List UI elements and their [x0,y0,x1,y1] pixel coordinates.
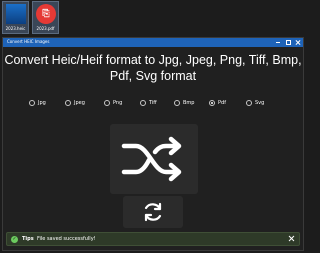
reset-button[interactable] [123,196,183,228]
format-label: Jpg [38,100,46,106]
format-option-bmp[interactable]: Bmp [174,100,194,106]
toast-message: File saved successfully! [37,236,96,242]
pdf-file-icon: ⎘ [36,4,56,24]
window-controls [275,39,301,45]
close-icon[interactable] [288,235,295,242]
desktop-file-pdf[interactable]: ⎘ 2023.pdf [32,1,59,34]
format-radio-group: Jpg Jpeg Png Tiff Bmp Pdf Svg [21,100,291,110]
convert-button[interactable] [110,124,198,194]
format-option-svg[interactable]: Svg [246,100,264,106]
format-option-tiff[interactable]: Tiff [140,100,157,106]
format-label: Svg [255,100,265,106]
window-title: Convert HEIC Images [7,39,50,44]
image-file-icon [6,4,26,24]
app-window: Convert HEIC Images Convert Heic/Heif fo… [2,37,304,251]
minimize-button[interactable] [275,39,281,45]
radio-button[interactable] [174,100,180,106]
maximize-button[interactable] [285,39,291,45]
format-option-jpg[interactable]: Jpg [29,100,46,106]
format-label: Png [113,100,123,106]
format-label: Jpeg [74,100,85,106]
desktop-file-heic[interactable]: 2023.heic [2,1,29,34]
format-option-png[interactable]: Png [104,100,122,106]
success-toast: ✓ Tips File saved successfully! [6,232,300,246]
desktop-files: 2023.heic ⎘ 2023.pdf [0,0,306,36]
format-label: Pdf [218,100,226,106]
format-option-pdf[interactable]: Pdf [209,100,226,106]
format-option-jpeg[interactable]: Jpeg [65,100,85,106]
radio-button[interactable] [65,100,71,106]
file-name: 2023.heic [5,26,26,31]
page-heading: Convert Heic/Heif format to Jpg, Jpeg, P… [4,53,302,83]
radio-button[interactable] [104,100,110,106]
close-button[interactable] [295,39,301,45]
format-label: Bmp [183,100,195,106]
toast-title: Tips [22,236,34,242]
file-name: 2023.pdf [36,26,55,31]
radio-button[interactable] [29,100,35,106]
shuffle-icon [121,136,182,182]
radio-button[interactable] [246,100,252,106]
radio-button-selected[interactable] [209,100,215,106]
check-icon: ✓ [11,236,18,243]
title-bar[interactable]: Convert HEIC Images [3,38,303,47]
refresh-icon [144,202,162,222]
format-label: Tiff [149,100,157,106]
radio-button[interactable] [140,100,146,106]
